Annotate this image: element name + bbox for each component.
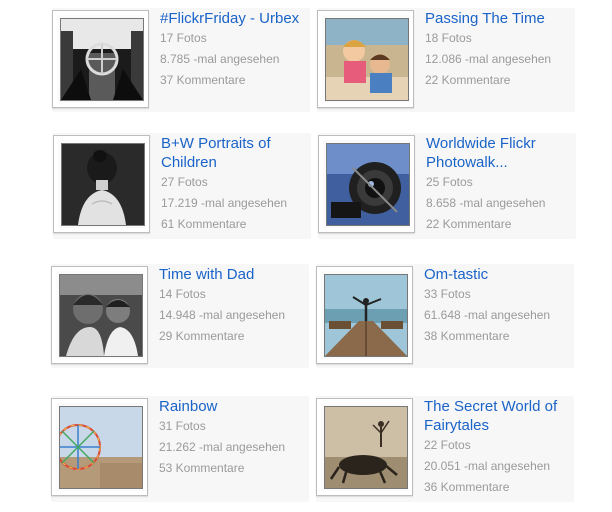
album-view-count: 8.785 -mal angesehen <box>160 52 280 66</box>
album-card[interactable]: Worldwide Flickr Photowalk... 25 Fotos 8… <box>318 133 576 239</box>
album-photo-count: 17 Fotos <box>160 31 207 45</box>
album-card[interactable]: Om-tastic 33 Fotos 61.648 -mal angesehen… <box>316 264 574 368</box>
album-title-link[interactable]: Passing The Time <box>425 9 575 28</box>
album-view-count: 21.262 -mal angesehen <box>159 440 286 454</box>
album-view-count: 14.948 -mal angesehen <box>159 308 286 322</box>
children-playing-photo-icon <box>326 19 408 100</box>
girl-back-portrait-photo-icon <box>62 144 144 225</box>
urbex-chandelier-photo-icon <box>61 19 143 100</box>
album-photo-count: 31 Fotos <box>159 419 206 433</box>
album-comment-count: 38 Kommentare <box>424 329 510 343</box>
father-daughter-photo-icon <box>60 275 142 356</box>
album-thumbnail[interactable] <box>317 10 414 108</box>
album-comment-count: 53 Kommentare <box>159 461 245 475</box>
album-card[interactable]: Rainbow 31 Fotos 21.262 -mal angesehen 5… <box>51 396 309 502</box>
album-title-link[interactable]: Om-tastic <box>424 265 574 284</box>
album-title-link[interactable]: Time with Dad <box>159 265 309 284</box>
album-title-link[interactable]: B+W Portraits of Children <box>161 134 311 172</box>
album-title-link[interactable]: The Secret World of Fairytales <box>424 397 574 435</box>
album-photo-count: 18 Fotos <box>425 31 472 45</box>
album-comment-count: 61 Kommentare <box>161 217 247 231</box>
album-comment-count: 36 Kommentare <box>424 480 510 494</box>
yoga-pier-photo-icon <box>325 275 407 356</box>
album-title-link[interactable]: Worldwide Flickr Photowalk... <box>426 134 576 172</box>
album-comment-count: 22 Kommentare <box>425 73 511 87</box>
album-thumbnail[interactable] <box>53 135 150 233</box>
album-card[interactable]: The Secret World of Fairytales 22 Fotos … <box>316 396 574 502</box>
album-photo-count: 33 Fotos <box>424 287 471 301</box>
album-comment-count: 29 Kommentare <box>159 329 245 343</box>
album-view-count: 17.219 -mal angesehen <box>161 196 288 210</box>
fairytale-creature-photo-icon <box>325 407 407 488</box>
album-view-count: 61.648 -mal angesehen <box>424 308 551 322</box>
album-thumbnail[interactable] <box>51 266 148 364</box>
album-view-count: 12.086 -mal angesehen <box>425 52 552 66</box>
album-thumbnail[interactable] <box>52 10 149 108</box>
album-photo-count: 25 Fotos <box>426 175 473 189</box>
album-view-count: 8.658 -mal angesehen <box>426 196 546 210</box>
album-photo-count: 27 Fotos <box>161 175 208 189</box>
album-card[interactable]: B+W Portraits of Children 27 Fotos 17.21… <box>53 133 311 239</box>
ferris-wheel-photo-icon <box>60 407 142 488</box>
album-comment-count: 22 Kommentare <box>426 217 512 231</box>
album-thumbnail[interactable] <box>318 135 415 233</box>
album-thumbnail[interactable] <box>316 266 413 364</box>
album-view-count: 20.051 -mal angesehen <box>424 459 551 473</box>
album-photo-count: 14 Fotos <box>159 287 206 301</box>
album-thumbnail[interactable] <box>51 398 148 496</box>
album-card[interactable]: #FlickrFriday - Urbex 17 Fotos 8.785 -ma… <box>52 8 310 112</box>
album-title-link[interactable]: Rainbow <box>159 397 309 416</box>
album-card[interactable]: Passing The Time 18 Fotos 12.086 -mal an… <box>317 8 575 112</box>
album-thumbnail[interactable] <box>316 398 413 496</box>
album-comment-count: 37 Kommentare <box>160 73 246 87</box>
camera-lens-photo-icon <box>327 144 409 225</box>
album-card[interactable]: Time with Dad 14 Fotos 14.948 -mal anges… <box>51 264 309 368</box>
album-title-link[interactable]: #FlickrFriday - Urbex <box>160 9 310 28</box>
album-photo-count: 22 Fotos <box>424 438 471 452</box>
